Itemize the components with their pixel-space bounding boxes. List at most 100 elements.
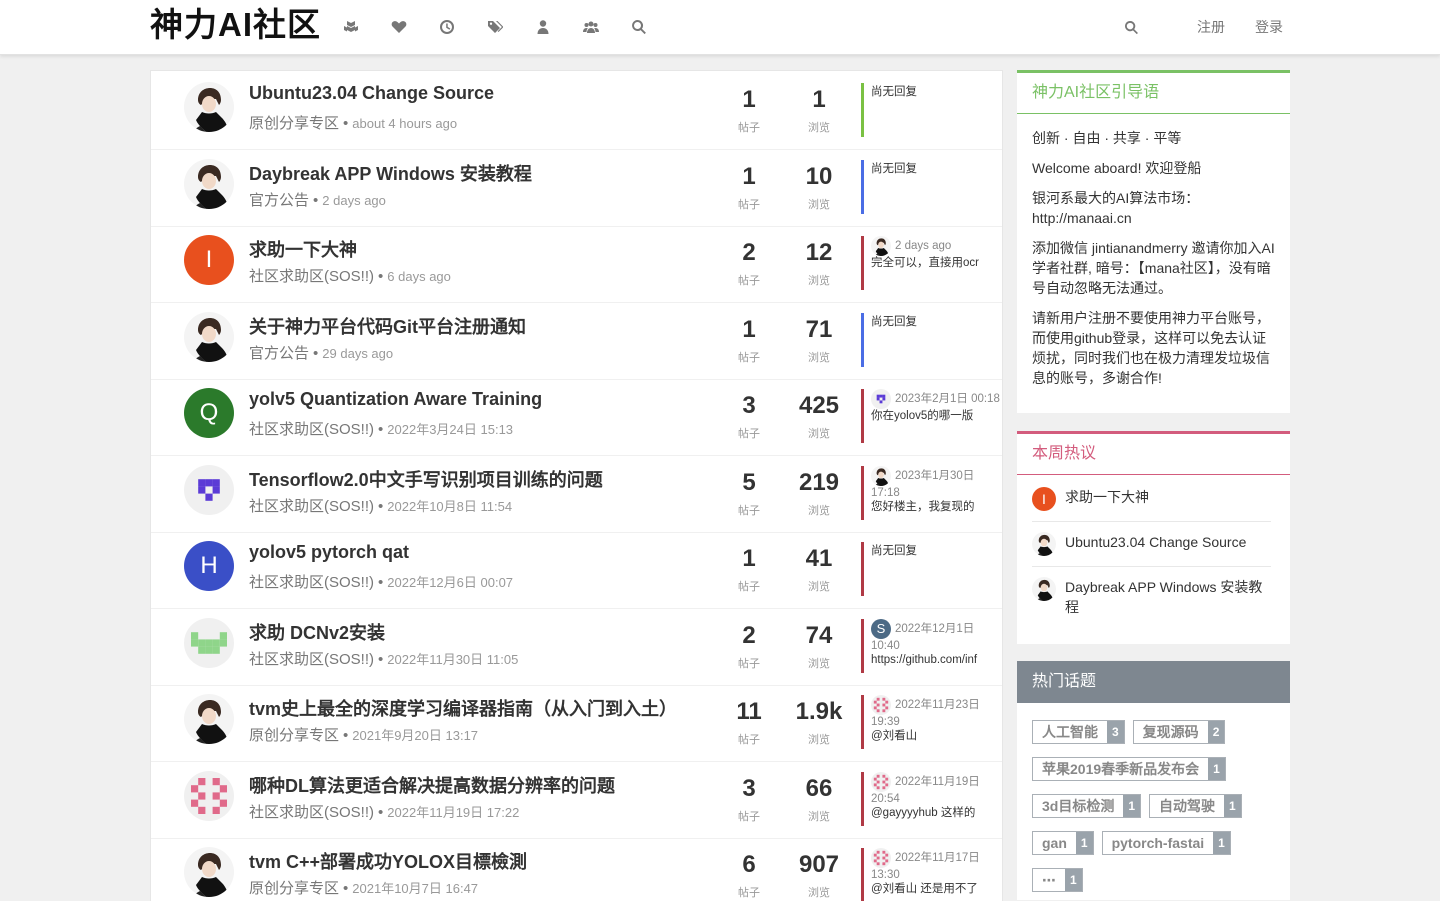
letter-avatar[interactable]: I [184, 235, 234, 285]
tag-chip[interactable]: 3d目标检测 1 [1032, 794, 1142, 818]
topic-title[interactable]: 关于神力平台代码Git平台注册通知 [249, 313, 526, 339]
post-count: 2 帖子 [714, 621, 784, 671]
separator-dot: • [313, 191, 319, 209]
tag-name: pytorch-fastai [1102, 832, 1214, 854]
view-count-value: 66 [805, 774, 833, 802]
tag-chip[interactable]: 自动驾驶 1 [1149, 794, 1242, 818]
header-search-icon[interactable] [1124, 20, 1139, 35]
hot-topic-label[interactable]: Daybreak APP Windows 安装教程 [1065, 577, 1271, 617]
hot-topic-label[interactable]: Ubuntu23.04 Change Source [1065, 532, 1246, 552]
groups-icon[interactable] [583, 17, 631, 37]
user-avatar[interactable] [184, 847, 234, 897]
topic-list: Ubuntu23.04 Change Source 原创分享专区 • about 4 … [150, 70, 1003, 901]
topic-category[interactable]: 社区求助区(SOS!!) [249, 498, 374, 515]
hot-topic-item[interactable]: Ubuntu23.04 Change Source [1032, 522, 1271, 567]
tag-chip[interactable]: pytorch-fastai 1 [1101, 831, 1231, 855]
last-reply-teaser[interactable]: 尚无回复 [861, 159, 1002, 214]
letter-avatar[interactable]: Q [184, 388, 234, 438]
post-count: 1 帖子 [714, 315, 784, 365]
topic-category[interactable]: 社区求助区(SOS!!) [249, 651, 374, 668]
identicon-avatar[interactable] [184, 617, 234, 668]
view-count-label: 浏览 [808, 504, 830, 517]
topic-row[interactable]: Ubuntu23.04 Change Source 原创分享专区 • about 4 … [151, 73, 1002, 150]
recent-icon[interactable] [439, 17, 487, 37]
topic-title[interactable]: tvm史上最全的深度学习编译器指南（从入门到入土） [249, 695, 677, 721]
topic-category[interactable]: 社区求助区(SOS!!) [249, 421, 374, 438]
search-icon[interactable] [631, 17, 679, 37]
topic-title[interactable]: yolv5 Quantization Aware Training [249, 389, 542, 410]
topic-title[interactable]: 求助一下大神 [249, 236, 357, 262]
categories-icon[interactable] [343, 17, 391, 37]
topic-row[interactable]: 哪种DL算法更适合解决提高数据分辨率的问题 社区求助区(SOS!!) • 2022年1… [151, 762, 1002, 839]
view-count: 1 浏览 [784, 85, 854, 135]
topic-title[interactable]: yolov5 pytorch qat [249, 542, 409, 563]
topic-category[interactable]: 社区求助区(SOS!!) [249, 574, 374, 591]
separator-dot: • [378, 421, 384, 438]
tag-count: 1 [1213, 832, 1230, 854]
topic-category[interactable]: 社区求助区(SOS!!) [249, 804, 374, 821]
user-avatar[interactable] [184, 158, 234, 209]
tag-chip[interactable]: 苹果2019春季新品发布会 1 [1032, 757, 1226, 781]
view-count-value: 1 [812, 86, 826, 113]
view-count-value: 425 [798, 392, 840, 419]
topic-row[interactable]: Qyolv5 Quantization Aware Training 社区求助区(… [151, 379, 1002, 456]
topic-row[interactable]: tvm史上最全的深度学习编译器指南（从入门到入土） 原创分享专区 • 2021年9月2… [151, 685, 1002, 762]
post-count-label: 帖子 [738, 887, 760, 899]
tag-chip[interactable]: ⋯ 1 [1032, 868, 1083, 892]
teaser-header: 2 days ago [871, 236, 1002, 256]
topic-row[interactable]: Daybreak APP Windows 安装教程 官方公告 • 2 days ago… [151, 150, 1002, 227]
topic-row[interactable]: Hyolov5 pytorch qat 社区求助区(SOS!!) • 2022年12月… [151, 532, 1002, 609]
tag-chip[interactable]: 人工智能 3 [1032, 720, 1125, 744]
topic-row[interactable]: 求助 DCNv2安装 社区求助区(SOS!!) • 2022年11月30日 11:05… [151, 609, 1002, 686]
topic-category[interactable]: 官方公告 [249, 345, 309, 362]
guide-widget: 神力AI社区引导语 创新 · 自由 · 共享 · 平等 Welcome aboa… [1017, 70, 1290, 413]
topic-title[interactable]: tvm C++部署成功YOLOX目標檢測 [249, 848, 527, 874]
last-reply-teaser[interactable]: 尚无回复 [861, 542, 1002, 596]
view-count-label: 浏览 [808, 275, 830, 287]
teaser-text: 尚无回复 [871, 545, 917, 557]
register-link[interactable]: 注册 [1197, 17, 1225, 37]
topic-category[interactable]: 官方公告 [249, 192, 309, 209]
topic-row[interactable]: 关于神力平台代码Git平台注册通知 官方公告 • 29 days ago 1 帖子 71 浏览… [151, 303, 1002, 380]
last-reply-teaser[interactable]: 2022年11月23日 19:39 @刘看山 [861, 695, 1002, 749]
tag-chip[interactable]: gan 1 [1032, 831, 1094, 855]
user-avatar[interactable] [184, 311, 234, 362]
user-avatar[interactable] [184, 694, 234, 744]
topic-title[interactable]: Tensorflow2.0中文手写识别项目训练的问题 [249, 466, 603, 492]
last-reply-teaser[interactable]: 尚无回复 [861, 312, 1002, 367]
topic-timestamp: 6 days ago [387, 269, 451, 284]
topic-category[interactable]: 社区求助区(SOS!!) [249, 268, 374, 285]
tags-icon[interactable] [487, 17, 535, 37]
hot-topic-item[interactable]: Daybreak APP Windows 安装教程 [1032, 567, 1271, 627]
reply-avatar [871, 848, 891, 868]
last-reply-teaser[interactable]: 2023年2月1日 00:18 你在yolov5的哪一版 [861, 389, 1002, 443]
topic-title[interactable]: Daybreak APP Windows 安装教程 [249, 160, 532, 186]
last-reply-teaser[interactable]: 2022年11月17日 13:30 @刘看山 还是用不了 [861, 848, 1002, 901]
topic-category[interactable]: 原创分享专区 [249, 880, 339, 897]
topic-title[interactable]: 求助 DCNv2安装 [249, 619, 385, 645]
hot-topic-label[interactable]: 求助一下大神 [1065, 487, 1149, 507]
popular-icon[interactable] [391, 17, 439, 37]
site-logo[interactable]: 神力AI社区 [150, 2, 321, 50]
hot-topic-item[interactable]: I 求助一下大神 [1032, 475, 1271, 522]
view-count: 74 浏览 [784, 621, 854, 671]
last-reply-teaser[interactable]: 2022年11月19日 20:54 @gayyyyhub 这样的 [861, 771, 1002, 826]
login-link[interactable]: 登录 [1255, 17, 1283, 37]
last-reply-teaser[interactable]: 尚无回复 [861, 83, 1002, 137]
letter-avatar[interactable]: H [184, 541, 234, 591]
topic-category[interactable]: 原创分享专区 [249, 115, 339, 132]
user-avatar[interactable] [184, 82, 234, 132]
topic-category[interactable]: 原创分享专区 [249, 727, 339, 744]
tag-chip[interactable]: 复现源码 2 [1132, 720, 1226, 744]
last-reply-teaser[interactable]: S 2022年12月1日 10:40 https://github.com/inf [861, 618, 1002, 673]
last-reply-teaser[interactable]: 2 days ago 完全可以，直接用ocr [861, 236, 1002, 290]
identicon-avatar[interactable] [184, 770, 234, 821]
user-icon[interactable] [535, 17, 583, 37]
topic-title[interactable]: 哪种DL算法更适合解决提高数据分辨率的问题 [249, 772, 615, 798]
topic-row[interactable]: Tensorflow2.0中文手写识别项目训练的问题 社区求助区(SOS!!) • 2… [151, 456, 1002, 533]
last-reply-teaser[interactable]: 2023年1月30日 17:18 您好楼主，我复现的 [861, 465, 1002, 520]
topic-title[interactable]: Ubuntu23.04 Change Source [249, 83, 494, 104]
topic-row[interactable]: I 求助一下大神 社区求助区(SOS!!) • 6 days ago 2 帖子 12 浏览 2 d… [151, 226, 1002, 303]
identicon-avatar[interactable] [184, 464, 234, 515]
topic-row[interactable]: tvm C++部署成功YOLOX目標檢測 原创分享专区 • 2021年10月7日 16… [151, 838, 1002, 901]
